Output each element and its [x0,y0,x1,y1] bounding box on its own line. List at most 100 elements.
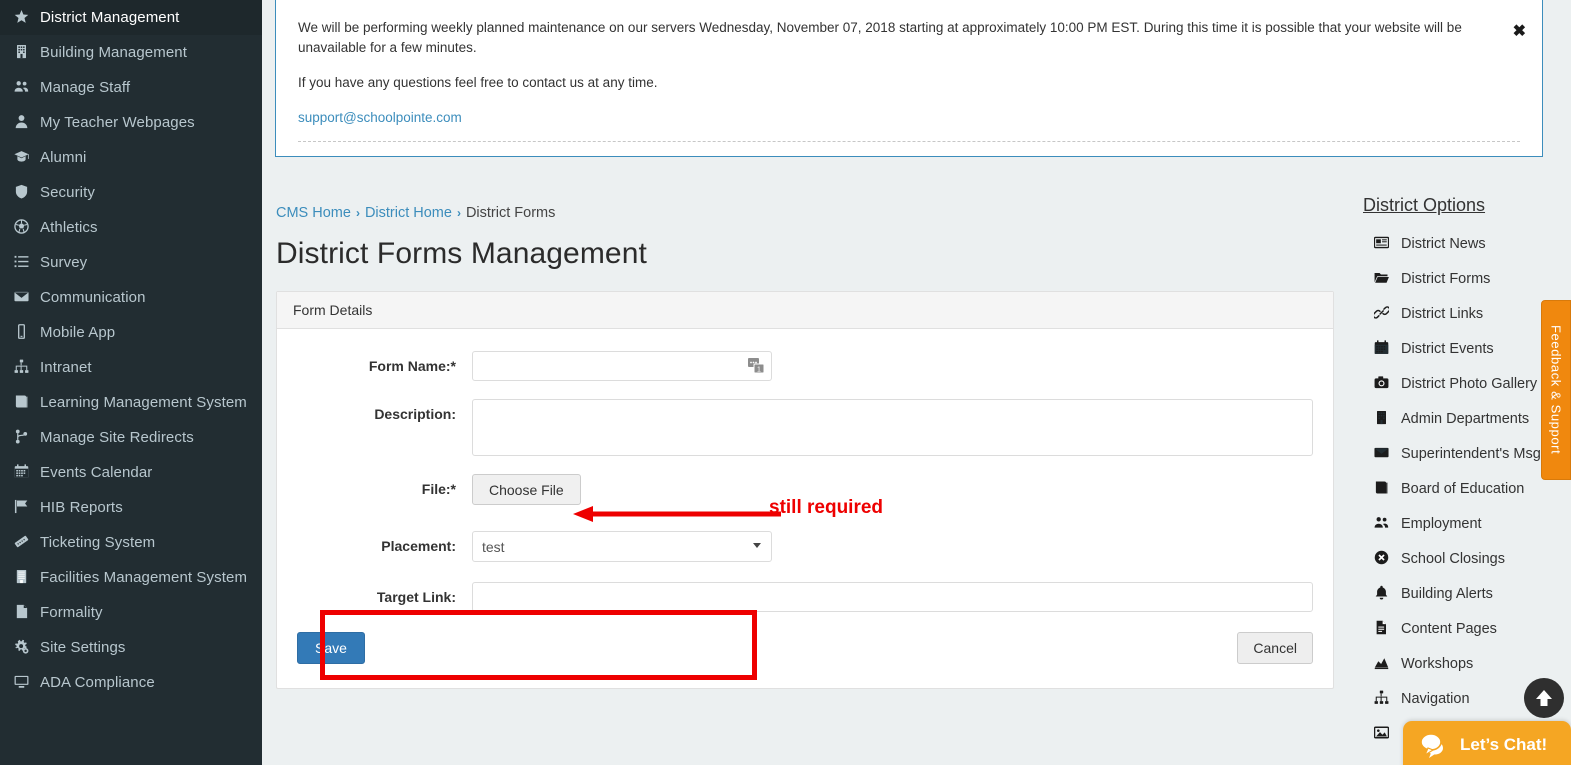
envelope-icon [14,289,40,306]
support-email-link[interactable]: support@schoolpointe.com [298,110,462,125]
sidebar-item-events-calendar[interactable]: Events Calendar [0,455,262,490]
times-circle-icon [1374,550,1401,567]
choose-file-button[interactable]: Choose File [472,474,581,505]
district-option-building-alerts[interactable]: Building Alerts [1354,576,1571,611]
sidebar-item-label: Manage Site Redirects [40,429,194,446]
scroll-to-top-button[interactable] [1524,678,1564,718]
district-option-district-links[interactable]: District Links [1354,296,1571,331]
banner-divider [298,141,1520,142]
sidebar-item-manage-site-redirects[interactable]: Manage Site Redirects [0,420,262,455]
sidebar-item-learning-management-system[interactable]: Learning Management System [0,385,262,420]
shield-icon [14,184,40,201]
mobile-icon [14,324,40,341]
sidebar-item-athletics[interactable]: Athletics [0,210,262,245]
sitemap-icon [1374,690,1401,707]
form-name-input[interactable] [472,351,772,381]
description-textarea[interactable] [472,399,1313,456]
sidebar-item-ada-compliance[interactable]: ADA Compliance [0,665,262,700]
page-title: District Forms Management [276,237,647,271]
sidebar-item-manage-staff[interactable]: Manage Staff [0,70,262,105]
breadcrumb-item-district-home[interactable]: District Home [365,205,452,221]
sidebar-item-label: Site Settings [40,639,126,656]
bell-icon [1374,585,1401,602]
users-icon [14,79,40,96]
target-link-label: Target Link: [297,582,472,605]
cancel-button[interactable]: Cancel [1237,632,1313,664]
district-option-label: District Events [1401,341,1494,357]
sidebar-item-label: Athletics [40,219,98,236]
folder-open-icon [1374,270,1401,287]
form-details-panel: Form Details Form Name:* 1 [276,291,1334,689]
sidebar-item-alumni[interactable]: Alumni [0,140,262,175]
sidebar-item-hib-reports[interactable]: HIB Reports [0,490,262,525]
placement-select[interactable]: test [472,531,772,562]
code-branch-icon [14,429,40,446]
district-option-label: Employment [1401,516,1482,532]
calendar-icon [1374,340,1401,357]
district-options-title[interactable]: District Options [1354,195,1571,216]
district-option-employment[interactable]: Employment [1354,506,1571,541]
sidebar-item-label: Events Calendar [40,464,152,481]
target-link-input[interactable] [472,582,1313,612]
district-option-district-photo-gallery[interactable]: District Photo Gallery [1354,366,1571,401]
form-name-label: Form Name:* [297,351,472,374]
maintenance-banner: ✖ We will be performing weekly planned m… [275,0,1543,157]
district-option-label: Admin Departments [1401,411,1529,427]
sidebar-item-mobile-app[interactable]: Mobile App [0,315,262,350]
sidebar-item-formality[interactable]: Formality [0,595,262,630]
breadcrumb-separator: › [452,206,466,220]
district-option-board-of-education[interactable]: Board of Education [1354,471,1571,506]
save-button[interactable]: Save [297,632,365,664]
gears-icon [14,639,40,656]
sidebar-item-my-teacher-webpages[interactable]: My Teacher Webpages [0,105,262,140]
sidebar-item-ticketing-system[interactable]: Ticketing System [0,525,262,560]
district-option-district-news[interactable]: District News [1354,226,1571,261]
lets-chat-button[interactable]: Let’s Chat! [1403,721,1571,765]
sidebar-item-security[interactable]: Security [0,175,262,210]
district-option-label: School Closings [1401,551,1505,567]
district-options-list: District NewsDistrict FormsDistrict Link… [1354,226,1571,751]
book-icon [1374,480,1401,497]
desktop-icon [14,674,40,691]
sidebar-item-site-settings[interactable]: Site Settings [0,630,262,665]
sidebar-item-label: Formality [40,604,103,621]
district-option-content-pages[interactable]: Content Pages [1354,611,1571,646]
sidebar-item-district-management[interactable]: District Management [0,0,262,35]
placement-select-wrapper: test [472,531,772,562]
form-row-placement: Placement: test [297,531,1313,562]
district-option-admin-departments[interactable]: Admin Departments [1354,401,1571,436]
breadcrumb-item-district-forms: District Forms [466,205,555,221]
sidebar-item-label: Building Management [40,44,187,61]
sidebar-item-facilities-management-system[interactable]: Facilities Management System [0,560,262,595]
soccer-ball-icon [14,219,40,236]
lets-chat-label: Let’s Chat! [1460,735,1547,755]
sidebar-item-label: Manage Staff [40,79,130,96]
sidebar-item-communication[interactable]: Communication [0,280,262,315]
calendar-icon [14,464,40,481]
form-row-target-link: Target Link: [297,582,1313,612]
breadcrumb: CMS Home›District Home›District Forms [276,205,555,221]
envelope-icon [1374,445,1401,462]
district-option-school-closings[interactable]: School Closings [1354,541,1571,576]
list-icon [14,254,40,271]
star-icon [14,9,40,26]
sidebar-item-label: Alumni [40,149,86,166]
district-option-district-forms[interactable]: District Forms [1354,261,1571,296]
district-option-district-events[interactable]: District Events [1354,331,1571,366]
page-root: District Management Building Management Ma… [0,0,1571,765]
district-option-workshops[interactable]: Workshops [1354,646,1571,681]
sidebar-item-building-management[interactable]: Building Management [0,35,262,70]
file-text-icon [1374,620,1401,637]
banner-close-icon[interactable]: ✖ [1513,24,1526,40]
feedback-support-tab[interactable]: Feedback & Support [1541,300,1571,480]
district-options-panel: District Options District NewsDistrict F… [1354,195,1571,751]
sidebar-item-label: Ticketing System [40,534,155,551]
sidebar-item-intranet[interactable]: Intranet [0,350,262,385]
panel-body: Form Name:* 1 [277,329,1333,688]
sidebar-item-label: Intranet [40,359,92,376]
description-label: Description: [297,399,472,422]
sidebar-item-label: Communication [40,289,146,306]
breadcrumb-item-cms-home[interactable]: CMS Home [276,205,351,221]
sidebar-item-survey[interactable]: Survey [0,245,262,280]
district-option-superintendent-s-msg[interactable]: Superintendent's Msg [1354,436,1571,471]
